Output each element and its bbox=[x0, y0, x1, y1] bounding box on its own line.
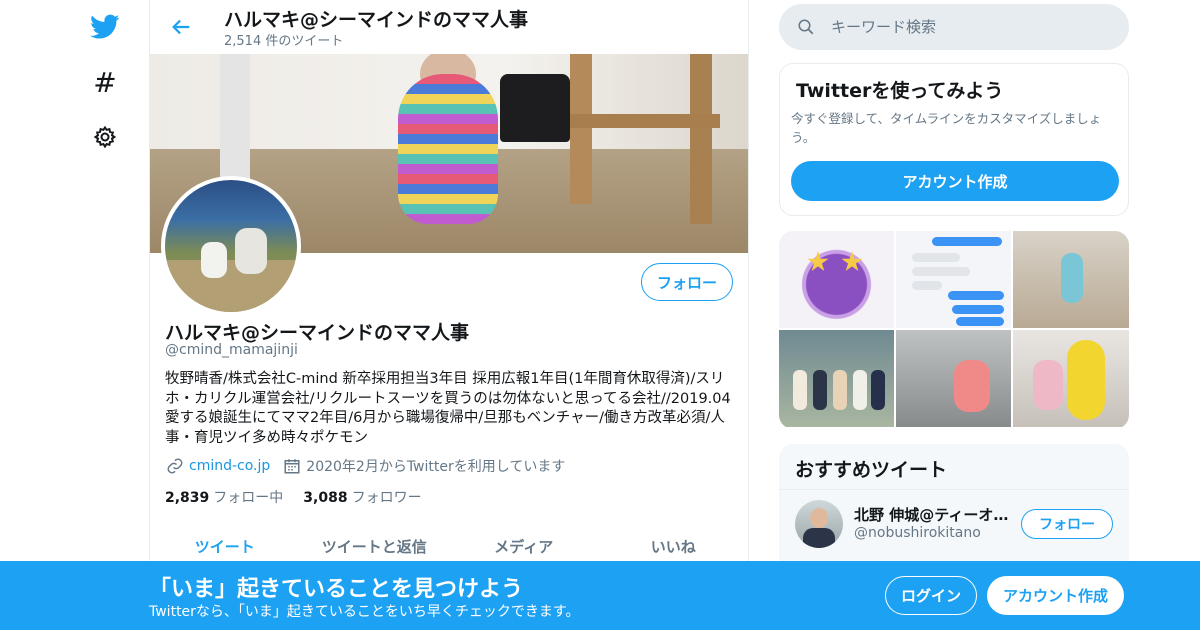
create-account-button[interactable]: アカウント作成 bbox=[791, 161, 1119, 201]
calendar-icon bbox=[282, 456, 302, 476]
gear-icon[interactable] bbox=[90, 122, 120, 152]
media-thumbnail[interactable] bbox=[1013, 231, 1129, 328]
header-tweet-count: 2,514 件のツイート bbox=[224, 34, 344, 49]
profile-website-link[interactable]: cmind-co.jp bbox=[189, 458, 270, 474]
profile-meta: cmind-co.jp 2020年2月からTwitterを利用しています bbox=[165, 456, 565, 476]
divider bbox=[779, 489, 1129, 490]
profile-header: ハルマキ@シーマインドのママ人事 2,514 件のツイート bbox=[150, 0, 748, 54]
followers-label: フォロワー bbox=[351, 490, 422, 506]
twitter-profile-page: # ハルマキ@シーマインドのママ人事 2,514 件のツイート フォロー ハルマ… bbox=[0, 0, 1200, 630]
media-thumbnail[interactable] bbox=[779, 231, 894, 328]
avatar[interactable] bbox=[795, 500, 843, 548]
following-stat[interactable]: 2,839 フォロー中 bbox=[165, 487, 283, 507]
media-thumbnail[interactable] bbox=[896, 330, 1011, 427]
tab-tweets-and-replies[interactable]: ツイートと返信 bbox=[300, 528, 450, 564]
search-input[interactable] bbox=[831, 18, 1091, 36]
media-thumbnail[interactable] bbox=[1013, 330, 1129, 427]
followers-stat[interactable]: 3,088 フォロワー bbox=[303, 487, 421, 507]
media-thumbnail[interactable] bbox=[779, 330, 894, 427]
back-arrow-icon[interactable] bbox=[166, 12, 196, 42]
bottom-bar-subtitle: Twitterなら、「いま」起きていることをいち早くチェックできます。 bbox=[149, 604, 580, 620]
header-profile-name: ハルマキ@シーマインドのママ人事 bbox=[224, 9, 529, 31]
profile-name: ハルマキ@シーマインドのママ人事 bbox=[165, 322, 470, 344]
recommended-title: おすすめツイート bbox=[795, 459, 948, 481]
recommended-user-name[interactable]: 北野 伸城@ティーオ… bbox=[854, 504, 1014, 525]
main-column: ハルマキ@シーマインドのママ人事 2,514 件のツイート フォロー ハルマキ@… bbox=[149, 0, 749, 630]
following-count: 2,839 bbox=[165, 490, 210, 506]
login-button[interactable]: ログイン bbox=[885, 576, 977, 615]
following-label: フォロー中 bbox=[213, 490, 284, 506]
signup-card: Twitterを使ってみよう 今すぐ登録して、タイムラインをカスタマイズしましょ… bbox=[779, 63, 1129, 216]
signup-card-title: Twitterを使ってみよう bbox=[796, 80, 1004, 102]
profile-handle: @cmind_mamajinji bbox=[165, 342, 298, 358]
tab-tweets[interactable]: ツイート bbox=[150, 528, 300, 564]
bottom-signup-bar: 「いま」起きていることを見つけよう Twitterなら、「いま」起きていることを… bbox=[0, 561, 1200, 630]
follow-button[interactable]: フォロー bbox=[641, 263, 733, 301]
signup-button[interactable]: アカウント作成 bbox=[987, 576, 1124, 615]
recommended-user-handle: @nobushirokitano bbox=[854, 525, 981, 541]
followers-count: 3,088 bbox=[303, 490, 348, 506]
profile-bio: 牧野晴香/株式会社C-mind 新卒採用担当3年目 採用広報1年目(1年間育休取… bbox=[165, 371, 731, 446]
media-thumbnail[interactable] bbox=[896, 231, 1011, 328]
media-grid bbox=[779, 231, 1129, 429]
tab-media[interactable]: メディア bbox=[449, 528, 599, 564]
link-icon bbox=[165, 456, 185, 476]
tab-likes[interactable]: いいね bbox=[599, 528, 749, 564]
explore-hash-icon[interactable]: # bbox=[90, 66, 120, 99]
signup-card-description: 今すぐ登録して、タイムラインをカスタマイズしましょう。 bbox=[791, 111, 1102, 145]
search-icon bbox=[795, 16, 817, 38]
left-nav: # bbox=[70, 0, 140, 630]
profile-stats: 2,839 フォロー中 3,088 フォロワー bbox=[165, 487, 442, 507]
profile-tabs: ツイート ツイートと返信 メディア いいね bbox=[150, 528, 748, 564]
profile-joined-date: 2020年2月からTwitterを利用しています bbox=[306, 459, 566, 475]
recommended-follow-button[interactable]: フォロー bbox=[1021, 509, 1113, 539]
search-box bbox=[779, 4, 1129, 50]
twitter-bird-icon[interactable] bbox=[90, 12, 120, 42]
bottom-bar-title: 「いま」起きていることを見つけよう bbox=[149, 577, 524, 602]
profile-avatar[interactable] bbox=[161, 176, 301, 316]
